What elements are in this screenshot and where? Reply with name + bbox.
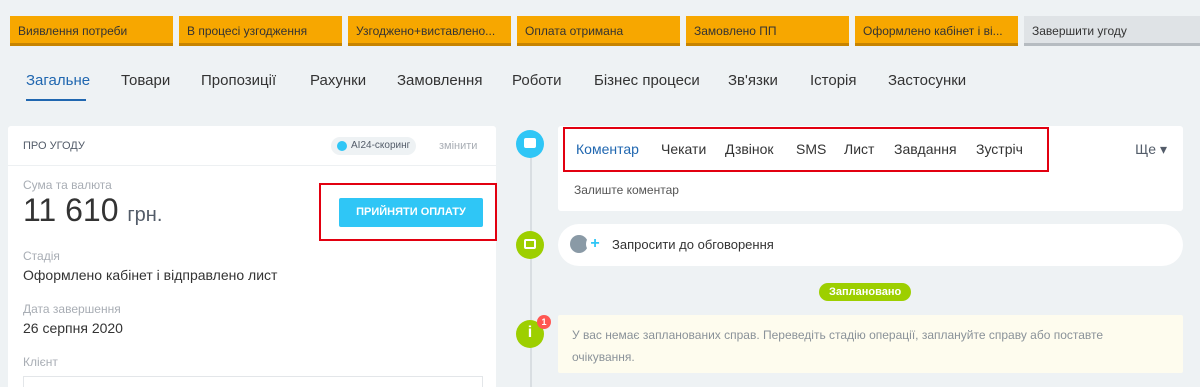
tab-orders[interactable]: Замовлення (397, 72, 482, 89)
stage-approved-invoiced[interactable]: Узгоджено+виставлено... (348, 16, 511, 46)
stage-payment-received[interactable]: Оплата отримана (517, 16, 680, 46)
stage-identify-need[interactable]: Виявлення потреби (10, 16, 173, 46)
empty-planned-note: У вас немає запланованих справ. Переведі… (558, 315, 1183, 373)
stage-ordered[interactable]: Замовлено ПП (686, 16, 849, 46)
notification-badge: 1 (537, 315, 551, 329)
stage-in-approval[interactable]: В процесі узгодження (179, 16, 342, 46)
client-label: Клієнт (23, 355, 58, 369)
deal-sum: 11 610 грн. (23, 192, 162, 229)
stage-label: В процесі узгодження (187, 24, 308, 38)
tab-applications[interactable]: Застосунки (888, 72, 966, 89)
highlight-accept-payment (319, 183, 497, 241)
panel-header: ПРО УГОДУ AI24-скоринг змінити (8, 126, 496, 166)
stage-label: Оформлено кабінет і ві... (863, 24, 1003, 38)
scoring-icon (337, 141, 347, 151)
close-date-value: 26 серпня 2020 (23, 320, 123, 336)
stage-label: Виявлення потреби (18, 24, 128, 38)
panel-title: ПРО УГОДУ (23, 140, 85, 152)
comment-input[interactable]: Залиште коментар (574, 183, 679, 197)
deal-info-panel: ПРО УГОДУ AI24-скоринг змінити Сума та в… (8, 126, 496, 387)
close-date-label: Дата завершення (23, 302, 121, 316)
stage-label: Замовлено ПП (694, 24, 777, 38)
client-field[interactable] (23, 376, 483, 387)
planned-badge: Заплановано (819, 283, 912, 301)
stage-label: Узгоджено+виставлено... (356, 24, 496, 38)
stage-cabinet-created[interactable]: Оформлено кабінет і ві... (855, 16, 1018, 46)
tab-products[interactable]: Товари (121, 72, 170, 89)
deal-pipeline: Виявлення потреби В процесі узгодження У… (10, 16, 1200, 46)
sum-label: Сума та валюта (23, 178, 112, 192)
comment-icon (516, 130, 544, 158)
stage-label: Завершити угоду (1032, 24, 1127, 38)
tab-general[interactable]: Загальне (26, 72, 90, 89)
chevron-down-icon: ▾ (1159, 141, 1167, 157)
stage-label: Стадія (23, 249, 60, 263)
highlight-activity-tabs (563, 127, 1049, 172)
tab-history[interactable]: Історія (810, 72, 857, 89)
plus-icon: + (586, 235, 604, 253)
tab-business-processes[interactable]: Бізнес процеси (594, 72, 700, 89)
stage-label: Оплата отримана (525, 24, 624, 38)
stage-value: Оформлено кабінет і відправлено лист (23, 267, 278, 283)
tab-relations[interactable]: Зв'язки (728, 72, 778, 89)
scoring-badge[interactable]: AI24-скоринг (331, 137, 417, 155)
tab-invoices[interactable]: Рахунки (310, 72, 366, 89)
sum-value: 11 610 (23, 192, 119, 228)
chat-icon (516, 231, 544, 259)
stage-close-deal[interactable]: Завершити угоду (1024, 16, 1200, 46)
tab-proposals[interactable]: Пропозиції (201, 72, 276, 89)
more-label: Ще (1135, 141, 1157, 157)
more-dropdown[interactable]: Ще ▾ (1135, 141, 1167, 158)
empty-note-text: У вас немає запланованих справ. Переведі… (572, 328, 1104, 364)
change-link[interactable]: змінити (439, 140, 477, 152)
currency: грн. (127, 204, 163, 226)
tab-works[interactable]: Роботи (512, 72, 562, 89)
invite-label: Запросити до обговорення (612, 237, 774, 252)
active-tab-indicator (26, 99, 86, 101)
scoring-label: AI24-скоринг (351, 140, 411, 151)
timeline-line (530, 140, 532, 387)
invite-to-discussion[interactable]: + Запросити до обговорення (558, 224, 1183, 266)
